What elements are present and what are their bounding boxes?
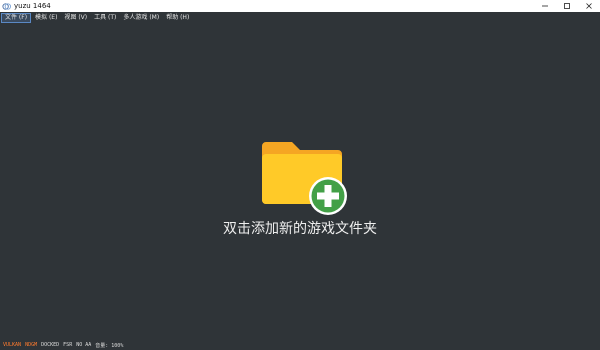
folder-plus-icon	[262, 142, 347, 215]
menu-tools[interactable]: 工具 (T)	[91, 13, 119, 23]
window-controls	[534, 0, 600, 12]
minimize-icon	[542, 5, 548, 7]
close-button[interactable]	[578, 0, 600, 12]
maximize-icon	[564, 3, 570, 9]
menu-view[interactable]: 视图 (V)	[61, 13, 90, 23]
add-folder-label: 双击添加新的游戏文件夹	[223, 221, 377, 237]
add-game-folder-target[interactable]: 双击添加新的游戏文件夹	[210, 138, 390, 268]
menu-emulation[interactable]: 模拟 (E)	[32, 13, 60, 23]
menu-multiplayer[interactable]: 多人游戏 (M)	[120, 13, 162, 23]
close-icon	[586, 3, 592, 9]
title-bar: yuzu 1464	[0, 0, 600, 12]
menu-bar: 文件 (F) 模拟 (E) 视图 (V) 工具 (T) 多人游戏 (M) 帮助 …	[0, 12, 600, 24]
status-bar: VULKAN NDGM DOCKED FSR NO AA 音量: 100%	[0, 340, 600, 350]
status-gpu-accuracy[interactable]: NDGM	[25, 342, 37, 348]
status-renderer[interactable]: VULKAN	[3, 342, 21, 348]
status-volume[interactable]: 音量: 100%	[95, 342, 123, 349]
status-antialiasing[interactable]: NO AA	[76, 342, 91, 348]
yuzu-logo-icon	[2, 2, 11, 10]
maximize-button[interactable]	[556, 0, 578, 12]
status-filter[interactable]: FSR	[63, 342, 72, 348]
menu-file[interactable]: 文件 (F)	[1, 13, 32, 23]
window-title: yuzu 1464	[14, 2, 51, 10]
game-list-area[interactable]: 双击添加新的游戏文件夹	[0, 24, 600, 340]
status-dock-mode[interactable]: DOCKED	[41, 342, 59, 348]
menu-help[interactable]: 帮助 (H)	[163, 13, 192, 23]
minimize-button[interactable]	[534, 0, 556, 12]
